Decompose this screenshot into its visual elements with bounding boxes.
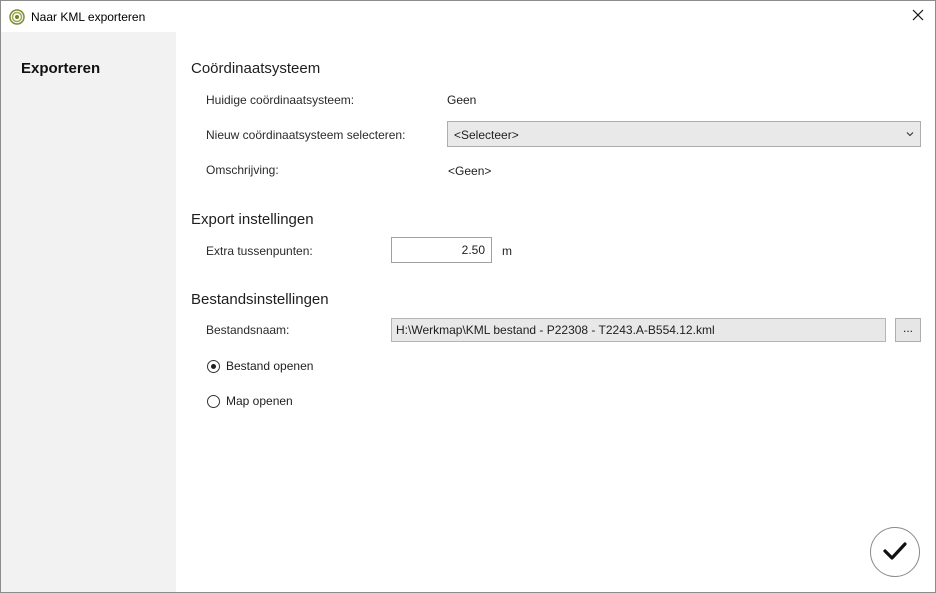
coordinate-system-heading: Coördinaatsysteem <box>191 60 321 77</box>
export-kml-dialog: Naar KML exporteren Exporteren Coördinaa… <box>0 0 936 593</box>
coordinate-system-select[interactable]: <Selecteer> <box>447 121 921 147</box>
main-panel: Coördinaatsysteem Huidige coördinaatsyst… <box>176 32 935 592</box>
open-folder-radio[interactable]: Map openen <box>207 394 293 408</box>
extra-points-label: Extra tussenpunten: <box>206 244 313 258</box>
radio-unchecked-indicator <box>207 394 220 408</box>
open-file-radio[interactable]: Bestand openen <box>207 359 313 373</box>
coordinate-system-select-value: <Selecteer> <box>454 128 519 142</box>
close-button[interactable] <box>901 1 935 32</box>
extra-points-input[interactable] <box>391 237 492 263</box>
export-settings-heading: Export instellingen <box>191 211 314 228</box>
window-title: Naar KML exporteren <box>31 10 146 24</box>
description-label: Omschrijving: <box>206 163 279 177</box>
browse-button[interactable]: ... <box>895 318 921 342</box>
new-coordinate-system-label: Nieuw coördinaatsysteem selecteren: <box>206 128 406 142</box>
sidebar-item-exporteren[interactable]: Exporteren <box>21 60 100 77</box>
confirm-button[interactable] <box>870 527 920 577</box>
open-file-radio-label: Bestand openen <box>226 359 314 373</box>
kml-app-icon <box>9 9 25 25</box>
filename-field[interactable] <box>391 318 886 342</box>
current-coordinate-system-value: Geen <box>447 93 477 107</box>
open-folder-radio-label: Map openen <box>226 394 293 408</box>
close-icon <box>912 9 924 24</box>
title-bar: Naar KML exporteren <box>1 1 935 32</box>
file-settings-heading: Bestandsinstellingen <box>191 291 329 308</box>
extra-points-unit: m <box>502 244 512 258</box>
chevron-down-icon <box>905 128 915 140</box>
checkmark-icon <box>882 540 908 565</box>
description-value: <Geen> <box>448 164 492 178</box>
filename-label: Bestandsnaam: <box>206 323 290 337</box>
sidebar: Exporteren <box>1 32 176 592</box>
current-coordinate-system-label: Huidige coördinaatsysteem: <box>206 93 355 107</box>
radio-checked-indicator <box>207 359 220 373</box>
